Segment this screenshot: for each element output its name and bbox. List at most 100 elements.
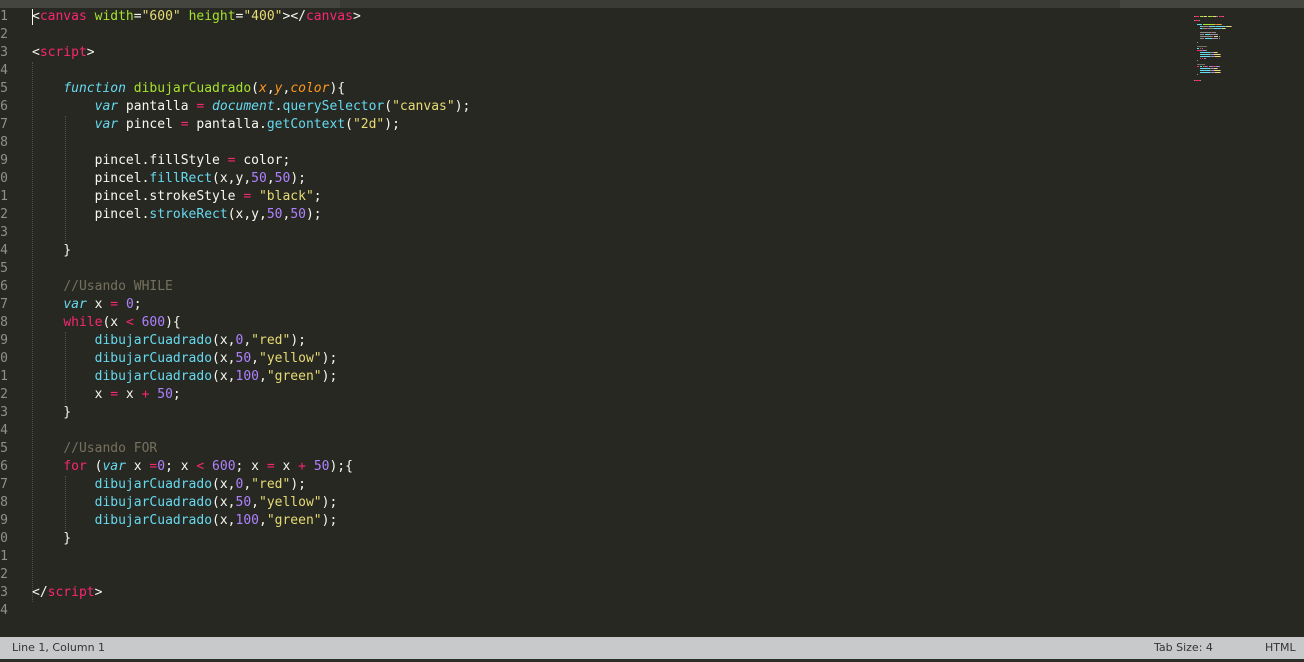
line-number: 5 <box>0 261 8 276</box>
text-cursor <box>32 9 33 25</box>
code-token: 100 <box>235 513 259 528</box>
code-token: var <box>63 297 87 312</box>
code-token: , <box>259 369 267 384</box>
code-token: height <box>188 9 236 24</box>
code-line[interactable]: x = x + 50; <box>32 386 181 404</box>
code-line[interactable]: } <box>32 404 71 422</box>
line-number: 3 <box>0 45 8 60</box>
code-token: script <box>39 45 87 60</box>
cursor-position[interactable]: Line 1, Column 1 <box>12 637 105 659</box>
code-token: < <box>32 45 40 60</box>
code-area[interactable]: <canvas width="600" height="400"></canva… <box>32 8 1182 637</box>
code-token: ; <box>172 387 181 402</box>
code-token: "yellow" <box>259 351 322 366</box>
line-number: 7 <box>0 117 8 132</box>
minimap-line <box>1203 24 1214 25</box>
code-line[interactable]: dibujarCuadrado(x,100,"green"); <box>32 512 338 530</box>
code-token: ; <box>133 297 142 312</box>
code-line[interactable]: <script> <box>32 44 95 62</box>
minimap-line <box>1199 56 1211 57</box>
minimap-line <box>1196 66 1199 67</box>
code-line[interactable]: dibujarCuadrado(x,50,"yellow"); <box>32 494 338 512</box>
code-line[interactable]: function dibujarCuadrado(x,y,color){ <box>32 80 345 98</box>
code-line[interactable]: dibujarCuadrado(x,100,"green"); <box>32 368 338 386</box>
line-number: 2 <box>0 567 8 582</box>
code-token: x <box>32 387 111 402</box>
code-token: ); <box>305 207 322 222</box>
code-line[interactable]: //Usando FOR <box>32 440 157 458</box>
code-line[interactable]: dibujarCuadrado(x,50,"yellow"); <box>32 350 338 368</box>
code-token: "yellow" <box>259 495 322 510</box>
line-number: 4 <box>0 603 8 618</box>
minimap-line <box>1196 42 1198 43</box>
code-line[interactable]: dibujarCuadrado(x,0,"red"); <box>32 332 306 350</box>
line-number: 2 <box>0 207 8 222</box>
code-line[interactable]: while(x < 600){ <box>32 314 181 332</box>
minimap-line <box>1205 58 1207 59</box>
minimap-line <box>1196 48 1199 49</box>
code-token: "canvas" <box>392 99 455 114</box>
code-line[interactable]: var x = 0; <box>32 296 142 314</box>
code-line[interactable]: for (var x =0; x < 600; x = x + 50);{ <box>32 458 353 476</box>
code-token: 100 <box>235 369 259 384</box>
minimap-line <box>1217 68 1219 69</box>
code-line[interactable]: //Usando WHILE <box>32 278 173 296</box>
code-token: ; <box>313 189 322 204</box>
code-token: dibujarCuadrado <box>94 477 213 492</box>
code-token: x <box>118 387 142 402</box>
code-line[interactable]: var pincel = pantalla.getContext("2d"); <box>32 116 400 134</box>
code-editor[interactable]: 1234567890123456789012345678901234 <canv… <box>0 8 1190 637</box>
code-token: script <box>47 585 95 600</box>
code-line[interactable]: <canvas width="600" height="400"></canva… <box>32 8 361 26</box>
code-line[interactable]: pincel.strokeStyle = "black"; <box>32 188 322 206</box>
syntax-selector[interactable]: HTML <box>1265 637 1296 659</box>
code-token: width <box>94 9 134 24</box>
code-token: ){ <box>165 315 181 330</box>
code-token: pincel <box>118 117 181 132</box>
line-number: 6 <box>0 279 8 294</box>
code-token: ; x <box>165 459 197 474</box>
minimap-line <box>1199 72 1211 73</box>
code-line[interactable]: dibujarCuadrado(x,0,"red"); <box>32 476 306 494</box>
code-token: } <box>32 531 72 546</box>
tab-size-selector[interactable]: Tab Size: 4 <box>1154 637 1213 659</box>
line-number: 8 <box>0 315 8 330</box>
code-line[interactable]: var pantalla = document.querySelector("c… <box>32 98 471 116</box>
code-token: 50 <box>157 387 173 402</box>
code-line[interactable]: pincel.fillStyle = color; <box>32 152 291 170</box>
code-token: canvas <box>39 9 87 24</box>
minimap-line <box>1217 34 1219 35</box>
code-token: "green" <box>266 513 322 528</box>
code-line[interactable]: pincel.fillRect(x,y,50,50); <box>32 170 306 188</box>
code-line[interactable]: </script> <box>32 584 102 602</box>
code-token: color; <box>235 153 291 168</box>
line-number-gutter: 1 2 3 4 5 6 7 8 9 0 1 2 3 4 5 6 7 8 9 0 1 2 3 4 5 6 7 8 9 0 1 2 3 4 <box>0 8 22 637</box>
minimap-line <box>1199 54 1211 55</box>
code-token: dibujarCuadrado <box>94 351 213 366</box>
code-token: 0 <box>125 297 134 312</box>
code-token: "600" <box>141 9 181 24</box>
minimap[interactable] <box>1190 8 1304 637</box>
minimap-line <box>1219 56 1222 57</box>
code-token: (x, <box>212 333 236 348</box>
line-number: 4 <box>0 243 8 258</box>
code-line[interactable]: pincel.strokeRect(x,y,50,50); <box>32 206 322 224</box>
code-line[interactable]: } <box>32 530 71 548</box>
code-token: strokeRect <box>149 207 228 222</box>
code-token: ){ <box>329 81 346 96</box>
code-token: pincel.strokeStyle <box>32 189 244 204</box>
code-line[interactable]: } <box>32 242 71 260</box>
code-token: = <box>110 297 119 312</box>
code-token: ></ <box>282 9 306 24</box>
code-token: 50 <box>313 459 330 474</box>
code-token: "2d" <box>352 117 385 132</box>
line-number: 1 <box>0 189 8 204</box>
line-number: 3 <box>0 405 8 420</box>
code-token: > <box>94 585 103 600</box>
code-token: 50 <box>266 207 283 222</box>
